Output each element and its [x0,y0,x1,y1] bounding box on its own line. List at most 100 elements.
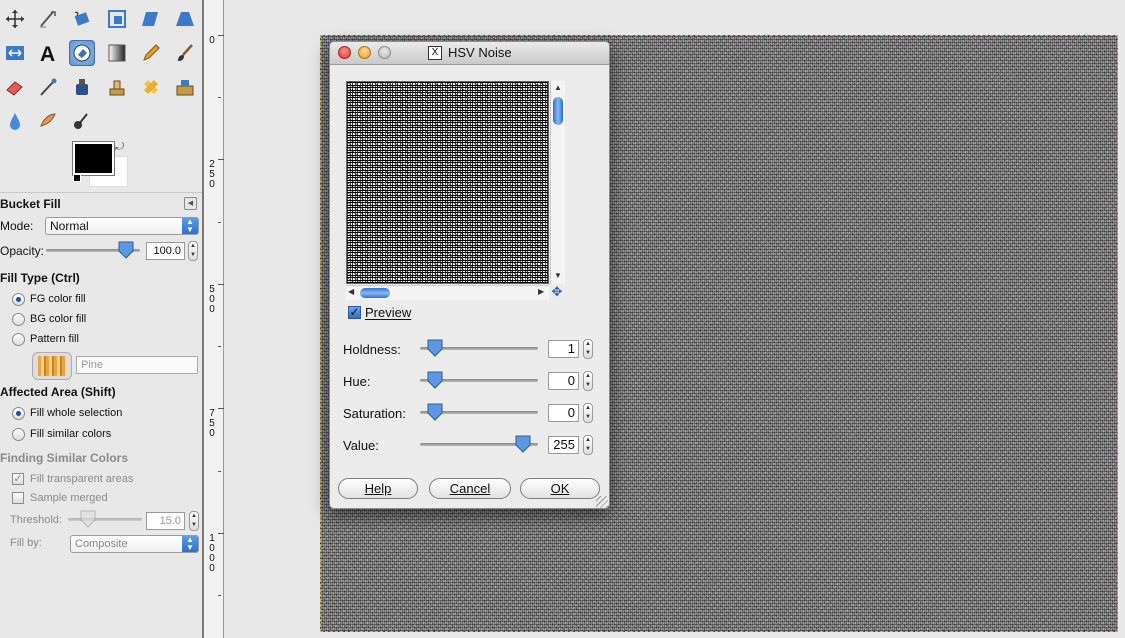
bucket-fill-tool-icon[interactable] [69,40,95,66]
saturation-label: Saturation: [343,406,406,421]
preview-checkbox[interactable]: ✓ [348,306,361,319]
opacity-label: Opacity: [0,244,45,258]
perspective-tool-icon[interactable] [172,6,198,32]
hue-value-field[interactable]: 0 [548,372,579,390]
pine-pattern-swatch [38,356,66,376]
hue-label: Hue: [343,374,371,389]
foreground-color-swatch[interactable] [72,141,115,176]
smudge-tool-icon[interactable] [35,108,61,134]
svg-text:A: A [40,43,55,64]
fill-whole-selection-radio[interactable] [12,407,25,420]
fill-type-title: Fill Type (Ctrl) [0,271,80,285]
shear-tool-icon[interactable] [138,6,164,32]
help-button[interactable]: Help [338,478,418,499]
horizontal-scroll-thumb[interactable] [360,288,390,298]
blend-tool-icon[interactable] [104,40,130,66]
mode-label: Mode: [0,219,34,233]
pattern-name-field[interactable]: Pine [76,356,198,374]
sample-merged-checkbox[interactable] [12,492,24,504]
scroll-down-arrow-icon[interactable]: ▼ [554,271,562,280]
clone-tool-icon[interactable] [104,74,130,100]
cancel-button-label: Cancel [449,481,491,496]
ink-tool-icon[interactable] [69,74,95,100]
value-spin-button[interactable]: ▲ ▼ [583,435,593,455]
paintbrush-tool-icon[interactable] [172,40,198,66]
fill-similar-colors-label: Fill similar colors [30,428,112,440]
blur-tool-icon[interactable] [2,108,28,134]
fill-transparent-checkbox[interactable]: ✓ [12,473,24,485]
ok-button-label: OK [550,481,570,496]
flip-tool-icon[interactable] [2,40,28,66]
scroll-left-arrow-icon[interactable]: ◀ [348,287,354,296]
opacity-value-field[interactable]: 100.0 [146,242,185,260]
rotate-tool-icon[interactable] [69,6,95,32]
holdness-value-field[interactable]: 1 [548,340,579,358]
align-tool-icon[interactable] [35,6,61,32]
bg-color-fill-radio[interactable] [12,313,25,326]
mode-select[interactable]: Normal ▲ ▼ [45,217,199,235]
perspective-clone-tool-icon[interactable] [172,74,198,100]
pattern-selector[interactable] [32,352,72,380]
help-button-label: Help [364,481,392,496]
toolbox: A ⤾ Bucket Fill ◀ Mode: Normal ▲ ▼ Opaci… [0,0,202,638]
scroll-up-arrow-icon[interactable]: ▲ [554,83,562,92]
scroll-right-arrow-icon[interactable]: ▶ [538,287,544,296]
noise-preview-area[interactable] [346,81,549,284]
fg-color-fill-radio[interactable] [12,293,25,306]
eraser-tool-icon[interactable] [2,74,28,100]
holdness-spin-button[interactable]: ▲ ▼ [583,339,593,359]
saturation-spin-button[interactable]: ▲ ▼ [583,403,593,423]
dodge-burn-tool-icon[interactable] [69,108,95,134]
threshold-label: Threshold: [10,514,62,526]
preview-horizontal-scrollbar[interactable]: ◀ ▶ [346,285,549,300]
value-label: Value: [343,438,379,453]
ruler-label: 2 5 0 [209,159,215,190]
preview-vertical-scrollbar[interactable]: ▲ ▼ [550,81,565,284]
pattern-fill-radio[interactable] [12,333,25,346]
saturation-slider-thumb[interactable] [427,403,443,421]
fill-by-select-value: Composite [75,538,128,550]
scale-tool-icon[interactable] [104,6,130,32]
zoom-button-icon[interactable] [378,46,391,59]
vertical-scroll-thumb[interactable] [553,97,563,125]
resize-grip-icon[interactable] [596,496,608,508]
value-value-field[interactable]: 255 [548,436,579,454]
holdness-slider-thumb[interactable] [427,339,443,357]
opacity-spin-button[interactable]: ▲ ▼ [188,241,198,261]
fill-whole-selection-label: Fill whole selection [30,407,123,419]
heal-tool-icon[interactable] [138,74,164,100]
ruler-label: 0 [209,35,215,46]
ruler-label: 5 0 0 [209,284,215,315]
airbrush-tool-icon[interactable] [35,74,61,100]
fill-similar-colors-radio[interactable] [12,428,25,441]
fill-by-select[interactable]: Composite ▲ ▼ [70,535,199,553]
dialog-titlebar[interactable]: X HSV Noise [330,42,609,65]
affected-area-title: Affected Area (Shift) [0,385,116,399]
text-tool-icon[interactable]: A [35,40,61,66]
preview-label: Preview [365,305,412,320]
threshold-value-field[interactable]: 15.0 [146,512,185,530]
hue-spin-button[interactable]: ▲ ▼ [583,371,593,391]
configure-tab-icon[interactable]: ◀ [184,197,197,210]
vertical-ruler: 0 2 5 0 5 0 0 7 5 0 1 0 0 0 [202,0,224,638]
holdness-label: Holdness: [343,342,401,357]
cancel-button[interactable]: Cancel [429,478,511,499]
swap-colors-icon[interactable]: ⤾ [115,141,124,154]
hue-slider-thumb[interactable] [427,371,443,389]
threshold-slider-thumb[interactable] [80,510,96,528]
ok-button[interactable]: OK [520,478,600,499]
navigate-preview-icon[interactable]: ✥ [550,285,564,299]
pattern-fill-label: Pattern fill [30,333,79,345]
fg-color-fill-label: FG color fill [30,293,86,305]
saturation-value-field[interactable]: 0 [548,404,579,422]
minimize-button-icon[interactable] [358,46,371,59]
pencil-tool-icon[interactable] [138,40,164,66]
opacity-slider-thumb[interactable] [118,241,134,259]
close-button-icon[interactable] [338,46,351,59]
value-slider-thumb[interactable] [515,435,531,453]
finding-similar-colors-title: Finding Similar Colors [0,451,129,465]
threshold-spin-button[interactable]: ▲ ▼ [189,511,199,531]
default-colors-icon[interactable] [73,174,81,182]
move-tool-icon[interactable] [2,6,28,32]
tool-options-title: Bucket Fill [0,197,61,211]
